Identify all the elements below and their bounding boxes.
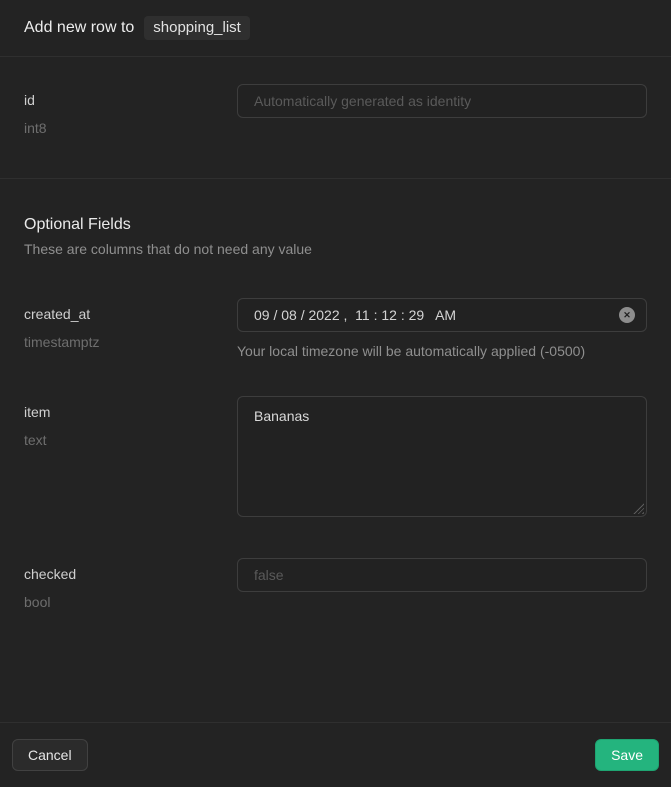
- created-at-input-wrap: ✕: [237, 298, 647, 332]
- id-input[interactable]: [237, 84, 647, 118]
- panel-title: Add new row to: [24, 19, 134, 37]
- panel-header: Add new row to shopping_list: [0, 0, 671, 57]
- clear-datetime-icon[interactable]: ✕: [619, 307, 635, 323]
- cancel-button[interactable]: Cancel: [12, 739, 88, 771]
- field-name: id: [24, 84, 237, 109]
- field-name: created_at: [24, 298, 237, 323]
- field-row-id: id int8: [0, 84, 671, 137]
- field-type: int8: [24, 120, 237, 137]
- field-label-checked: checked bool: [24, 558, 237, 611]
- item-textarea[interactable]: Bananas: [237, 396, 647, 517]
- optional-section-header: Optional Fields These are columns that d…: [24, 215, 647, 258]
- field-label-created-at: created_at timestamptz: [24, 298, 237, 351]
- created-at-datetime-input[interactable]: [237, 298, 647, 332]
- field-label-item: item text: [24, 396, 237, 449]
- id-input-wrap: [237, 84, 647, 118]
- checked-input[interactable]: [237, 558, 647, 592]
- optional-section-heading: Optional Fields: [24, 215, 647, 234]
- checked-input-wrap: [237, 558, 647, 592]
- optional-section-description: These are columns that do not need any v…: [24, 241, 647, 258]
- save-button[interactable]: Save: [595, 739, 659, 771]
- field-row-item: item text Bananas: [0, 396, 671, 517]
- panel-footer: Cancel Save: [0, 722, 671, 787]
- timezone-helper-text: Your local timezone will be automaticall…: [237, 343, 647, 360]
- table-name-badge: shopping_list: [144, 16, 250, 41]
- field-type: text: [24, 432, 237, 449]
- required-fields-section: id int8: [0, 57, 671, 179]
- field-name: checked: [24, 558, 237, 583]
- optional-fields-section: Optional Fields These are columns that d…: [0, 215, 671, 611]
- field-row-created-at: created_at timestamptz ✕ Your local time…: [0, 298, 671, 360]
- field-type: timestamptz: [24, 334, 237, 351]
- field-label-id: id int8: [24, 84, 237, 137]
- field-row-checked: checked bool: [0, 558, 671, 611]
- field-name: item: [24, 396, 237, 421]
- item-input-wrap: Bananas: [237, 396, 647, 517]
- field-type: bool: [24, 594, 237, 611]
- created-at-control: ✕ Your local timezone will be automatica…: [237, 298, 647, 360]
